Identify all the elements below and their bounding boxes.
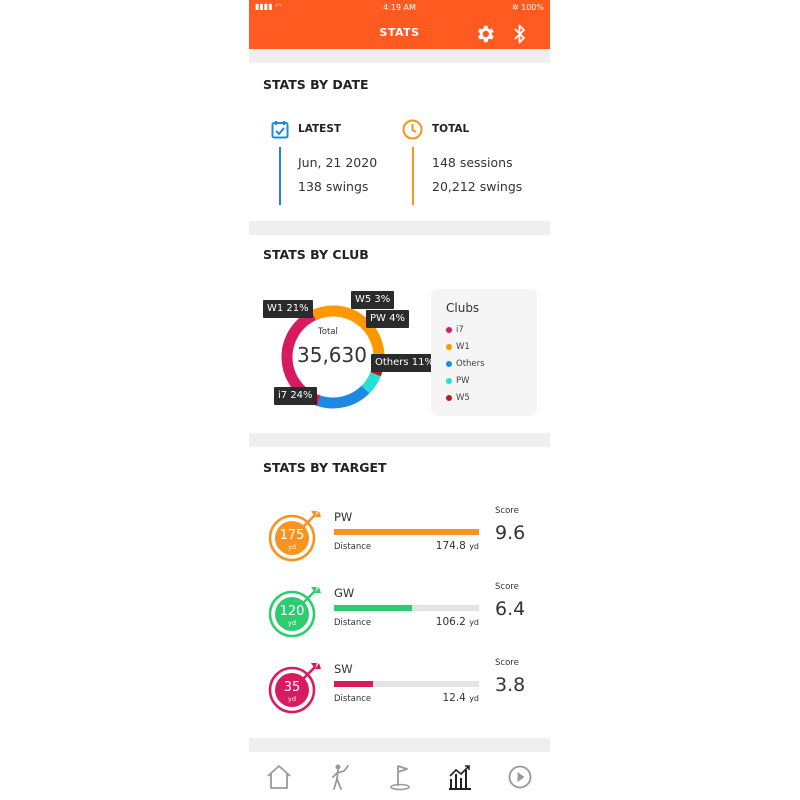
page-title: STATS	[379, 26, 420, 39]
donut-total-value: 35,630	[297, 343, 367, 367]
legend-swatch	[446, 377, 452, 384]
legend-label: i7	[456, 325, 464, 335]
legend-item: PW	[446, 376, 470, 386]
distance-unit: yd	[469, 694, 479, 703]
target-unit: yd	[288, 695, 296, 703]
legend-label: PW	[456, 376, 470, 386]
home-icon[interactable]	[264, 762, 294, 792]
total-divider	[412, 147, 414, 205]
tag-others: Others 11%	[371, 354, 439, 372]
distance-unit: yd	[469, 618, 479, 627]
target-icon: 120yd	[268, 587, 321, 638]
total-label: TOTAL	[432, 123, 470, 135]
distance-label: Distance	[334, 618, 372, 628]
score-value: 3.8	[495, 674, 526, 696]
target-club: SW	[334, 662, 353, 676]
legend-title: Clubs	[446, 301, 480, 315]
golf-flag-icon[interactable]	[385, 762, 415, 792]
target-row[interactable]: 175 yd PW Distance 174.8 yd Score 9.6	[249, 503, 550, 565]
gear-icon[interactable]	[474, 23, 496, 45]
legend-item: i7	[446, 325, 464, 335]
legend-item: W1	[446, 342, 470, 352]
distance-bar	[334, 681, 479, 687]
clock-icon	[402, 119, 423, 140]
latest-date: Jun, 21 2020	[298, 155, 378, 170]
legend-label: Others	[456, 359, 485, 369]
distance-value: 106.2 yd	[399, 616, 479, 628]
score-label: Score	[495, 582, 519, 592]
phone-screen: ▮▮▮▮ ◠ 4:19 AM ✲ 100% STATS STATS BY DAT…	[249, 0, 550, 800]
legend-swatch	[446, 343, 452, 350]
distance-bar-fill	[334, 529, 479, 535]
legend-swatch	[446, 360, 452, 367]
status-time: 4:19 AM	[383, 3, 416, 12]
stats-icon[interactable]	[445, 762, 475, 792]
calendar-icon	[271, 121, 289, 139]
distance-bar-fill	[334, 681, 374, 687]
section-title-club: STATS BY CLUB	[263, 247, 369, 262]
legend-item: W5	[446, 393, 470, 403]
distance-label: Distance	[334, 694, 372, 704]
distance-number: 174.8	[435, 540, 466, 552]
target-row[interactable]: 35 yd SW Distance 12.4 yd Score 3.8	[249, 655, 550, 717]
target-yardage: 120	[280, 604, 305, 619]
legend-label: W1	[456, 342, 470, 352]
latest-swings: 138 swings	[298, 179, 369, 194]
distance-bar	[334, 605, 479, 611]
total-sessions: 148 sessions	[432, 155, 513, 170]
score-label: Score	[495, 506, 519, 516]
distance-unit: yd	[469, 542, 479, 551]
legend-item: Others	[446, 359, 485, 369]
golfer-icon[interactable]	[324, 762, 354, 792]
donut-total-label: Total	[318, 327, 338, 337]
target-club: GW	[334, 586, 355, 600]
distance-number: 12.4	[442, 692, 466, 704]
target-unit: yd	[288, 543, 296, 551]
tag-pw: PW 4%	[366, 310, 409, 328]
distance-label: Distance	[334, 542, 372, 552]
distance-value: 174.8 yd	[399, 540, 479, 552]
latest-label: LATEST	[298, 123, 342, 135]
score-label: Score	[495, 658, 519, 668]
tag-w1: W1 21%	[263, 300, 313, 318]
legend-label: W5	[456, 393, 470, 403]
target-yardage: 35	[284, 680, 301, 695]
battery-indicator: ✲ 100%	[511, 3, 544, 12]
score-value: 9.6	[495, 522, 526, 544]
stats-by-date-card: STATS BY DATE LATEST Jun, 21 2020 138 sw…	[249, 63, 550, 221]
target-icon: 175yd	[268, 511, 321, 562]
legend-swatch	[446, 326, 452, 333]
score-value: 6.4	[495, 598, 526, 620]
app-header: ▮▮▮▮ ◠ 4:19 AM ✲ 100% STATS	[249, 0, 550, 49]
target-row[interactable]: 120 yd GW Distance 106.2 yd Score 6.4	[249, 579, 550, 641]
legend-swatch	[446, 394, 452, 401]
play-icon[interactable]	[505, 762, 535, 792]
bottom-nav	[249, 752, 550, 800]
target-icon: 35yd	[268, 663, 321, 714]
target-club: PW	[334, 510, 353, 524]
tag-i7: i7 24%	[274, 387, 317, 405]
distance-value: 12.4 yd	[399, 692, 479, 704]
stats-by-target-card: STATS BY TARGET 175 yd PW Distance 174.8 yd S…	[249, 447, 550, 738]
distance-number: 106.2	[435, 616, 466, 628]
bluetooth-icon[interactable]	[513, 23, 527, 45]
distance-bar	[334, 529, 479, 535]
stats-by-club-card: STATS BY CLUB Total 35,630 W1 21% W5 3% …	[249, 235, 550, 433]
tag-w5: W5 3%	[351, 291, 395, 309]
distance-bar-fill	[334, 605, 413, 611]
club-legend: Clubs i7 W1 Others PW W5	[431, 289, 537, 416]
donut-segment-pw	[361, 372, 381, 394]
target-unit: yd	[288, 619, 296, 627]
latest-divider	[279, 147, 281, 205]
section-title-date: STATS BY DATE	[263, 77, 369, 92]
target-yardage: 175	[280, 528, 305, 543]
total-swings: 20,212 swings	[432, 179, 523, 194]
section-title-target: STATS BY TARGET	[263, 460, 387, 475]
donut-segment-others	[317, 385, 370, 409]
